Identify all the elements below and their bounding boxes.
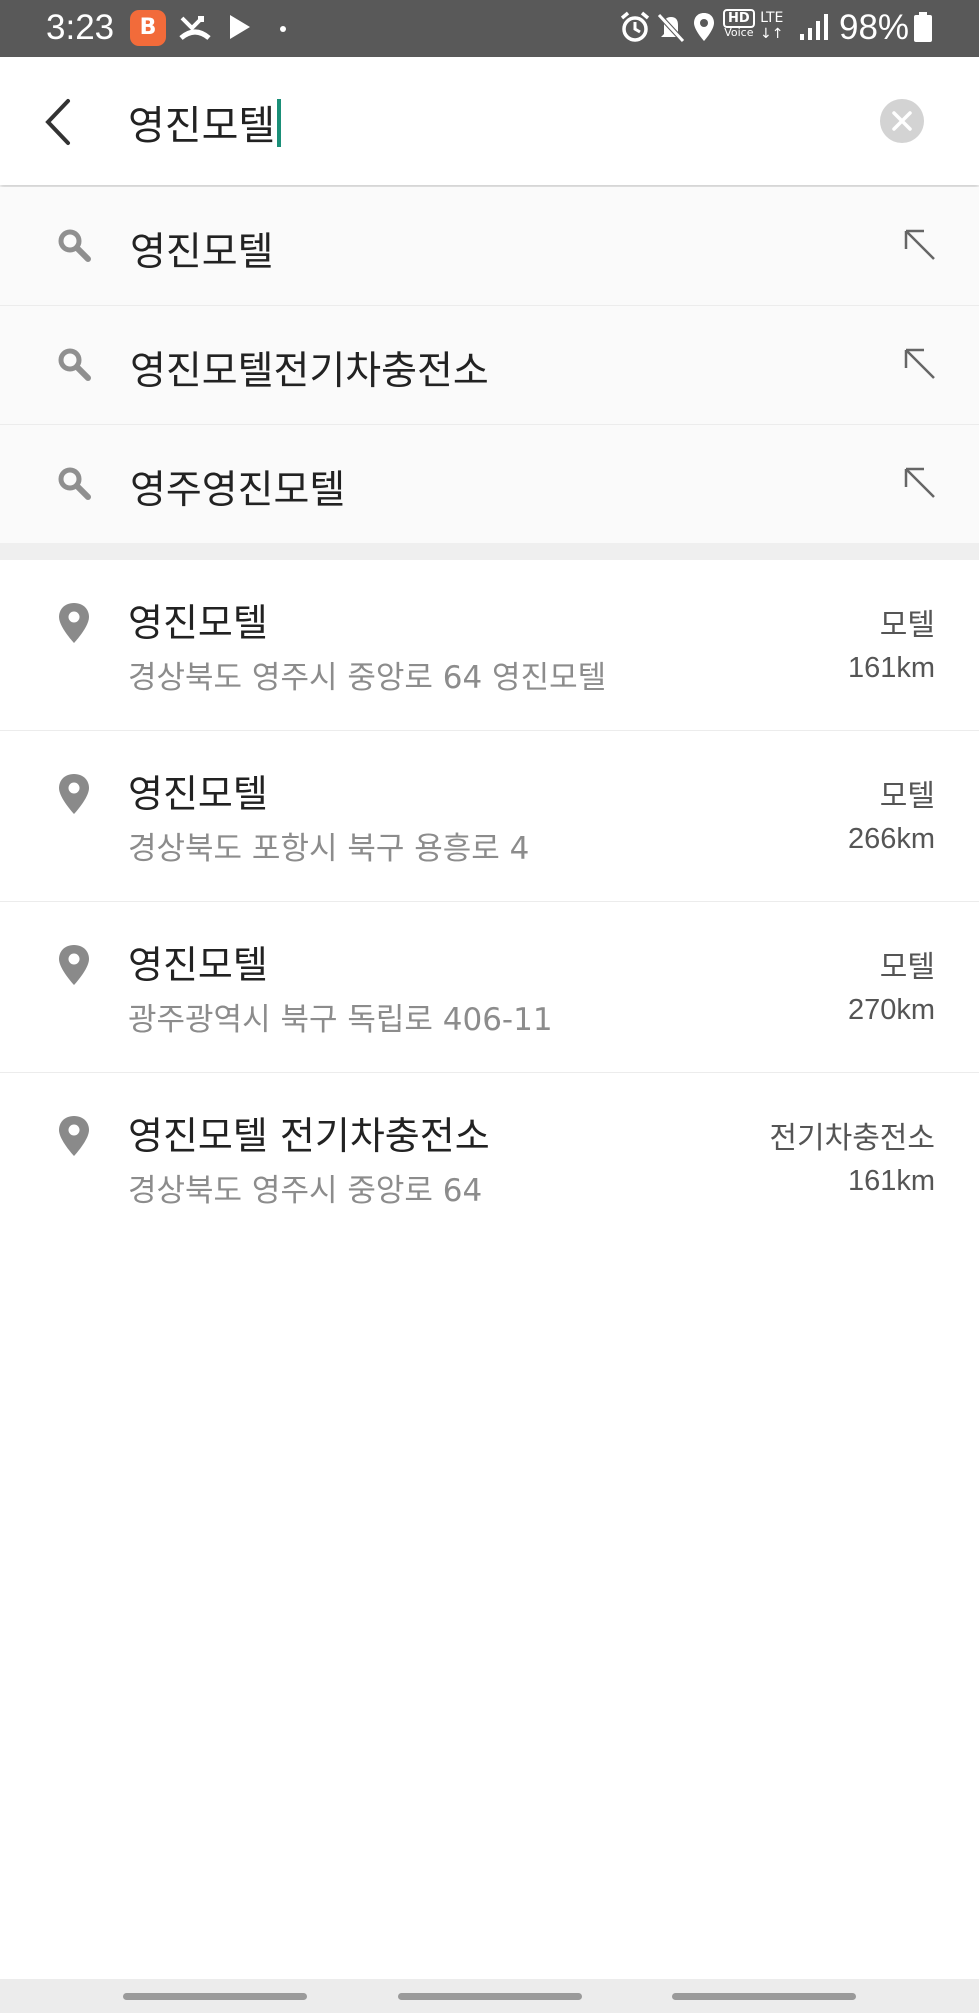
place-address: 경상북도 영주시 중앙로 64 영진모텔 bbox=[128, 660, 607, 696]
missed-call-icon bbox=[178, 10, 212, 46]
place-result-item[interactable]: 영진모텔 광주광역시 북구 독립로 406-11 모텔 270km bbox=[0, 902, 979, 1073]
mute-icon bbox=[655, 10, 687, 46]
location-pin-icon bbox=[59, 603, 89, 643]
place-name: 영진모텔 전기차충전소 bbox=[128, 1114, 490, 1158]
place-address: 광주광역시 북구 독립로 406-11 bbox=[128, 1002, 553, 1038]
suggestion-label: 영진모텔전기차충전소 bbox=[130, 349, 489, 394]
place-address: 경상북도 영주시 중앙로 64 bbox=[128, 1173, 483, 1209]
alarm-icon bbox=[619, 10, 651, 46]
place-distance: 161km bbox=[847, 1165, 935, 1197]
search-icon bbox=[58, 348, 91, 381]
close-icon bbox=[892, 111, 912, 131]
suggestion-list: 영진모텔 영진모텔전기차충전소 영주영진모텔 bbox=[0, 187, 979, 544]
location-pin-icon bbox=[59, 774, 89, 814]
suggestion-item[interactable]: 영주영진모텔 bbox=[0, 425, 979, 544]
text-cursor bbox=[277, 99, 282, 147]
search-icon bbox=[58, 229, 91, 262]
back-button[interactable] bbox=[40, 97, 80, 147]
place-result-item[interactable]: 영진모텔 전기차충전소 경상북도 영주시 중앙로 64 전기차충전소 161km bbox=[0, 1073, 979, 1243]
place-category: 전기차충전소 bbox=[769, 1121, 935, 1156]
play-icon bbox=[226, 10, 254, 46]
place-name: 영진모텔 bbox=[128, 943, 268, 987]
app-badge-icon: B bbox=[130, 10, 166, 46]
home-button[interactable] bbox=[398, 1993, 582, 2000]
place-result-item[interactable]: 영진모텔 경상북도 포항시 북구 용흥로 4 모텔 266km bbox=[0, 731, 979, 902]
system-navigation-bar bbox=[0, 1979, 979, 2013]
status-time: 3:23 bbox=[46, 8, 115, 47]
place-name: 영진모텔 bbox=[128, 601, 268, 645]
place-category: 모텔 bbox=[879, 608, 935, 643]
fill-query-arrow-icon[interactable] bbox=[902, 227, 938, 263]
dot-icon bbox=[278, 10, 288, 46]
hd-voice-icon: HD Voice bbox=[723, 9, 755, 39]
location-pin-icon bbox=[59, 1116, 89, 1156]
place-address: 경상북도 포항시 북구 용흥로 4 bbox=[128, 831, 530, 867]
back-arrow-icon bbox=[45, 99, 70, 145]
suggestion-label: 영주영진모텔 bbox=[130, 468, 346, 513]
place-result-item[interactable]: 영진모텔 경상북도 영주시 중앙로 64 영진모텔 모텔 161km bbox=[0, 560, 979, 731]
fill-query-arrow-icon[interactable] bbox=[902, 346, 938, 382]
location-icon bbox=[691, 10, 717, 46]
suggestion-item[interactable]: 영진모텔 bbox=[0, 187, 979, 306]
place-name: 영진모텔 bbox=[128, 772, 268, 816]
place-category: 모텔 bbox=[879, 950, 935, 985]
place-distance: 161km bbox=[847, 652, 935, 684]
clear-search-button[interactable] bbox=[880, 99, 924, 143]
search-icon bbox=[58, 467, 91, 500]
battery-percent: 98% bbox=[839, 8, 910, 47]
battery-icon bbox=[912, 10, 934, 46]
suggestion-item[interactable]: 영진모텔전기차충전소 bbox=[0, 306, 979, 425]
search-header: 영진모텔 bbox=[0, 57, 979, 185]
recent-apps-button[interactable] bbox=[123, 1993, 307, 2000]
back-nav-button[interactable] bbox=[672, 1993, 856, 2000]
place-category: 모텔 bbox=[879, 779, 935, 814]
lte-icon: LTE ↓↑ bbox=[760, 10, 784, 42]
place-distance: 270km bbox=[847, 994, 935, 1026]
signal-icon bbox=[798, 10, 830, 46]
search-input[interactable]: 영진모텔 bbox=[128, 93, 282, 151]
place-result-list: 영진모텔 경상북도 영주시 중앙로 64 영진모텔 모텔 161km 영진모텔 … bbox=[0, 560, 979, 1243]
section-divider bbox=[0, 543, 979, 560]
place-distance: 266km bbox=[847, 823, 935, 855]
fill-query-arrow-icon[interactable] bbox=[902, 465, 938, 501]
status-bar: 3:23 B HD Voice LTE ↓↑ 98% bbox=[0, 0, 979, 57]
location-pin-icon bbox=[59, 945, 89, 985]
search-query: 영진모텔 bbox=[128, 103, 276, 149]
suggestion-label: 영진모텔 bbox=[130, 230, 274, 275]
